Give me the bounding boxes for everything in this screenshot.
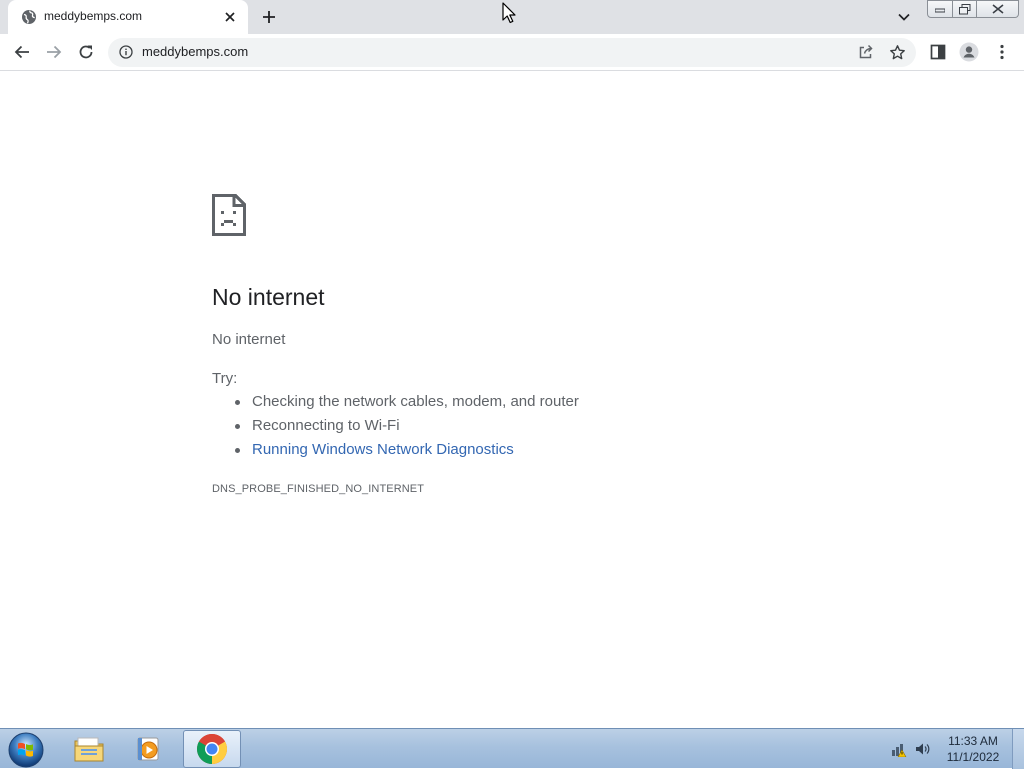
close-icon bbox=[992, 4, 1003, 14]
window-controls bbox=[927, 0, 1019, 18]
windows-taskbar: 11:33 AM 11/1/2022 bbox=[0, 728, 1024, 769]
windows-start-orb-icon[interactable] bbox=[6, 730, 46, 768]
mouse-cursor-icon bbox=[502, 2, 516, 24]
sad-page-icon bbox=[212, 194, 246, 236]
minimize-button[interactable] bbox=[927, 0, 953, 18]
side-panel-icon[interactable] bbox=[928, 42, 948, 62]
tab-title: meddybemps.com bbox=[44, 9, 143, 23]
browser-tab-active[interactable]: meddybemps.com bbox=[8, 0, 248, 34]
network-tray-icon[interactable] bbox=[891, 741, 907, 757]
kebab-menu-icon[interactable] bbox=[992, 42, 1012, 62]
try-label: Try: bbox=[212, 370, 238, 387]
profile-avatar-icon[interactable] bbox=[959, 42, 979, 62]
clock-date: 11/1/2022 bbox=[946, 750, 1000, 764]
address-bar-url[interactable]: meddybemps.com bbox=[142, 44, 248, 59]
restore-icon bbox=[958, 3, 970, 14]
volume-tray-icon[interactable] bbox=[915, 741, 931, 757]
info-icon[interactable] bbox=[119, 45, 133, 59]
taskbar-explorer-button[interactable] bbox=[60, 730, 118, 768]
taskbar-chrome-button[interactable] bbox=[183, 730, 241, 768]
suggestions-list: Checking the network cables, modem, and … bbox=[235, 393, 579, 465]
share-icon[interactable] bbox=[857, 44, 874, 61]
reload-icon[interactable] bbox=[76, 42, 96, 62]
chrome-icon bbox=[196, 733, 228, 764]
folder-icon bbox=[74, 737, 104, 762]
globe-icon bbox=[22, 10, 36, 24]
error-subheading: No internet bbox=[212, 331, 286, 348]
restore-button[interactable] bbox=[953, 0, 977, 18]
taskbar-media-player-button[interactable] bbox=[120, 730, 178, 768]
page-content: No internet No internet Try: Checking th… bbox=[0, 72, 1024, 728]
address-bar[interactable]: meddybemps.com bbox=[108, 38, 916, 67]
close-window-button[interactable] bbox=[977, 0, 1019, 18]
tab-search-chevron-icon[interactable] bbox=[897, 10, 911, 24]
clock-time: 11:33 AM bbox=[948, 734, 998, 748]
suggestion-reconnect-wifi: Reconnecting to Wi-Fi bbox=[235, 417, 579, 441]
minimize-icon bbox=[935, 8, 945, 13]
browser-toolbar: meddybemps.com bbox=[0, 34, 1024, 71]
show-desktop-button[interactable] bbox=[1012, 729, 1024, 769]
bookmark-star-icon[interactable] bbox=[889, 44, 906, 61]
new-tab-plus-icon[interactable] bbox=[261, 9, 277, 25]
network-diagnostics-link[interactable]: Running Windows Network Diagnostics bbox=[235, 441, 579, 465]
forward-arrow-icon[interactable] bbox=[44, 42, 64, 62]
media-player-icon bbox=[137, 737, 159, 761]
close-tab-icon[interactable] bbox=[222, 9, 238, 25]
back-arrow-icon[interactable] bbox=[12, 42, 32, 62]
suggestion-check-cables: Checking the network cables, modem, and … bbox=[235, 393, 579, 417]
error-heading: No internet bbox=[212, 284, 325, 310]
error-code: DNS_PROBE_FINISHED_NO_INTERNET bbox=[212, 483, 425, 495]
taskbar-clock[interactable]: 11:33 AM 11/1/2022 bbox=[940, 733, 1006, 765]
